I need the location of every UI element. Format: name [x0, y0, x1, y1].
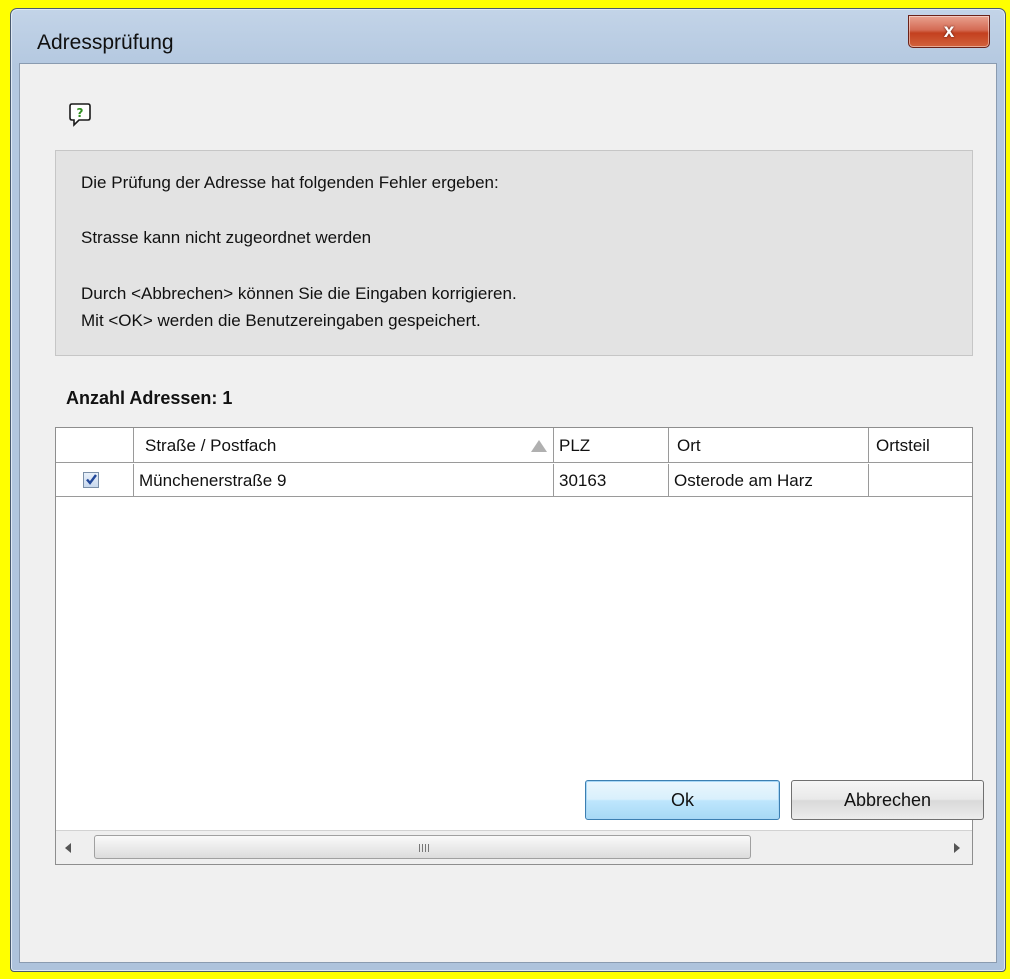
close-icon: x — [943, 20, 955, 42]
svg-text:?: ? — [77, 106, 84, 120]
scrollbar-thumb[interactable] — [94, 835, 751, 859]
table-header: Straße / Postfach PLZ Ort Ortsteil — [56, 428, 972, 464]
cell-street: Münchenerstraße 9 — [134, 464, 554, 497]
column-header-select[interactable] — [56, 428, 134, 463]
message-ok-hint: Mit <OK> werden die Benutzereingaben ges… — [81, 311, 481, 330]
column-header-street[interactable]: Straße / Postfach — [134, 428, 554, 463]
dialog-window: Adressprüfung x ? Die Prüfung der Adress… — [10, 8, 1006, 972]
message-error-intro: Die Prüfung der Adresse hat folgenden Fe… — [81, 173, 499, 192]
horizontal-scrollbar[interactable] — [56, 830, 972, 864]
sort-ascending-icon — [531, 440, 547, 452]
question-bubble-icon: ? — [69, 103, 91, 127]
cell-ortsteil — [869, 464, 972, 497]
address-count-label: Anzahl Adressen: 1 — [66, 388, 233, 408]
message-panel: Die Prüfung der Adresse hat folgenden Fe… — [55, 150, 973, 356]
column-header-ortsteil[interactable]: Ortsteil — [869, 428, 972, 463]
scroll-right-icon[interactable] — [954, 843, 960, 853]
table-row[interactable]: Münchenerstraße 9 30163 Osterode am Harz — [56, 464, 972, 498]
window-title: Adressprüfung — [37, 31, 174, 54]
message-error-detail: Strasse kann nicht zugeordnet werden — [81, 228, 372, 247]
column-header-ort[interactable]: Ort — [669, 428, 869, 463]
checkmark-icon — [86, 474, 97, 485]
close-button[interactable]: x — [908, 15, 990, 48]
row-select-cell[interactable] — [56, 464, 134, 497]
message-cancel-hint: Durch <Abbrechen> können Sie die Eingabe… — [81, 284, 517, 303]
scroll-left-icon[interactable] — [65, 843, 71, 853]
row-checkbox[interactable] — [83, 472, 99, 488]
dialog-content: ? Die Prüfung der Adresse hat folgenden … — [19, 63, 997, 963]
column-header-label: Straße / Postfach — [145, 436, 277, 455]
cell-plz: 30163 — [554, 464, 669, 497]
column-header-plz[interactable]: PLZ — [554, 428, 669, 463]
ok-button[interactable]: Ok — [585, 780, 780, 820]
cancel-button[interactable]: Abbrechen — [791, 780, 984, 820]
scrollbar-grip — [419, 844, 429, 852]
cell-ort: Osterode am Harz — [669, 464, 869, 497]
